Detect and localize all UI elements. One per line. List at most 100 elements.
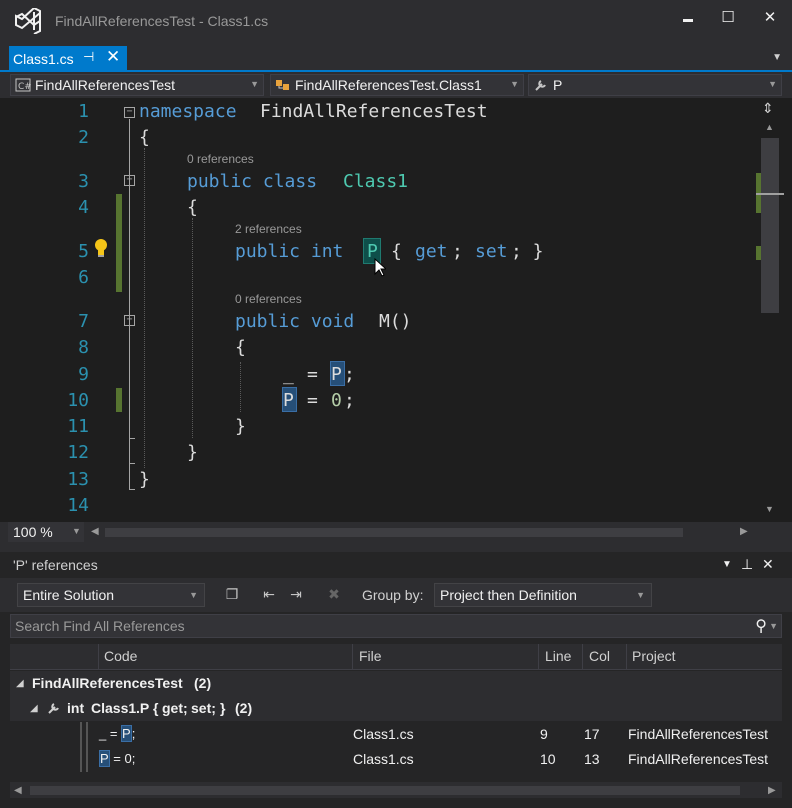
type-dropdown-label: FindAllReferencesTest.Class1: [295, 77, 482, 93]
reference-highlight: P: [99, 750, 110, 767]
column-header-file[interactable]: File: [359, 648, 382, 664]
table-row[interactable]: P = 0; Class1.cs 10 13 FindAllReferences…: [10, 747, 782, 772]
member-dropdown[interactable]: P ▼: [528, 74, 782, 96]
zoom-dropdown[interactable]: 100 % ▼: [8, 522, 84, 542]
chevron-down-icon[interactable]: ▼: [769, 621, 778, 631]
expand-toggle-icon[interactable]: ◢: [16, 678, 24, 689]
minimize-button[interactable]: ▬: [678, 8, 698, 28]
window-title: FindAllReferencesTest - Class1.cs: [55, 13, 269, 29]
search-icon[interactable]: ⚲: [755, 616, 767, 636]
expand-toggle-icon[interactable]: ◢: [30, 703, 38, 714]
group-by-value: Project then Definition: [440, 587, 577, 603]
group-row-definition[interactable]: ◢ int Class1 .P { get; set; } (2): [10, 696, 782, 721]
maximize-button[interactable]: ☐: [718, 8, 738, 28]
code-text: _ =: [99, 726, 122, 741]
indent-guide: [240, 362, 241, 412]
tab-class1-cs[interactable]: Class1.cs ⊣ ✕: [9, 46, 127, 72]
line-number: 13: [67, 469, 89, 490]
split-icon[interactable]: ⇕: [762, 100, 774, 117]
definition-token: set;: [191, 700, 216, 716]
collapse-icon[interactable]: −: [124, 315, 135, 326]
row-accent: [86, 722, 88, 747]
search-input[interactable]: Search Find All References ⚲ ▼: [10, 614, 782, 638]
line-number: 7: [78, 311, 89, 332]
type-dropdown[interactable]: FindAllReferencesTest.Class1 ▼: [270, 74, 524, 96]
pin-icon[interactable]: ⊣: [83, 49, 94, 65]
column-separator[interactable]: [626, 644, 627, 670]
chevron-down-icon: ▼: [189, 590, 198, 600]
indent-guide: [144, 148, 145, 468]
code-token: Class1: [343, 171, 409, 192]
column-separator[interactable]: [582, 644, 583, 670]
minimize-icon: ▬: [683, 14, 693, 25]
table-row[interactable]: _ = P; Class1.cs 9 17 FindAllReferencesT…: [10, 722, 782, 747]
reference-project: FindAllReferencesTest: [628, 726, 769, 742]
code-token: public int: [235, 241, 344, 262]
visual-studio-logo-icon: [15, 8, 41, 34]
column-header-project[interactable]: Project: [632, 648, 676, 664]
results-horizontal-scrollbar[interactable]: ◀ ▶: [10, 782, 782, 798]
member-dropdown-label: P: [553, 77, 563, 93]
close-window-button[interactable]: ✕: [760, 8, 780, 28]
maximize-icon: ☐: [721, 9, 735, 26]
code-token: _: [283, 364, 294, 385]
code-token: P: [283, 390, 294, 411]
line-number: 8: [78, 337, 89, 358]
project-dropdown[interactable]: C# FindAllReferencesTest ▼: [10, 74, 264, 96]
collapse-icon[interactable]: −: [124, 107, 135, 118]
column-header-line[interactable]: Line: [545, 648, 571, 664]
close-icon: ✕: [763, 9, 777, 26]
code-token: public void: [235, 311, 355, 332]
group-by-dropdown[interactable]: Project then Definition ▼: [434, 583, 652, 607]
lightbulb-icon[interactable]: [93, 238, 109, 258]
column-header-col[interactable]: Col: [589, 648, 610, 664]
scroll-right-icon[interactable]: ▶: [768, 785, 776, 796]
column-header-code[interactable]: Code: [104, 648, 137, 664]
csharp-project-icon: C#: [15, 78, 31, 92]
definition-token: }: [220, 700, 226, 716]
code-editor[interactable]: 1 2 3 4 5 6 7 8 9 10 11 12 13 14 − − − n: [0, 98, 792, 522]
codelens-references[interactable]: 0 references: [187, 152, 254, 166]
horizontal-scroll-thumb[interactable]: [105, 528, 683, 537]
navigation-bar: C# FindAllReferencesTest ▼ FindAllRefere…: [0, 72, 792, 98]
scroll-thumb[interactable]: [761, 138, 779, 313]
svg-text:C#: C#: [18, 82, 31, 92]
scope-value: Entire Solution: [23, 587, 115, 603]
tab-close-icon[interactable]: ✕: [106, 47, 120, 67]
change-marker: [756, 246, 761, 260]
panel-menu-icon[interactable]: ▼: [722, 559, 732, 570]
close-icon[interactable]: ✕: [762, 556, 774, 573]
codelens-references[interactable]: 2 references: [235, 222, 302, 236]
line-number: 3: [78, 171, 89, 192]
editor-vertical-scrollbar[interactable]: ⇕ ▲ ▼: [756, 98, 784, 522]
column-separator[interactable]: [538, 644, 539, 670]
scroll-left-icon[interactable]: ◀: [14, 785, 22, 796]
next-location-icon[interactable]: ⇥: [286, 586, 306, 604]
scroll-left-icon[interactable]: ◀: [91, 526, 99, 537]
group-row-project[interactable]: ◢ FindAllReferencesTest (2): [10, 671, 782, 696]
scroll-right-icon[interactable]: ▶: [740, 526, 748, 537]
code-surface[interactable]: 1 2 3 4 5 6 7 8 9 10 11 12 13 14 − − − n: [0, 98, 756, 522]
code-text: = 0;: [109, 751, 136, 766]
tab-label: Class1.cs: [13, 51, 74, 67]
scroll-down-icon[interactable]: ▼: [765, 504, 774, 514]
row-accent: [86, 747, 88, 772]
line-number: 6: [78, 267, 89, 288]
scroll-thumb[interactable]: [30, 786, 740, 795]
collapse-icon[interactable]: −: [124, 175, 135, 186]
clear-filter-icon[interactable]: ✖: [324, 586, 344, 604]
scroll-up-icon[interactable]: ▲: [765, 122, 774, 132]
pin-icon[interactable]: ⊥: [741, 556, 753, 573]
previous-location-icon[interactable]: ⇤: [259, 586, 279, 604]
codelens-references[interactable]: 0 references: [235, 292, 302, 306]
chevron-down-icon[interactable]: ▼: [772, 52, 782, 63]
definition-token: .P: [136, 700, 150, 716]
wrench-icon: [535, 80, 546, 91]
copy-icon[interactable]: ❐: [222, 586, 242, 604]
column-separator[interactable]: [98, 644, 99, 670]
code-token: namespace: [139, 101, 237, 122]
references-toolbar: Entire Solution ▼ ❐ ⇤ ⇥ ✖ Group by: Proj…: [0, 578, 792, 612]
scope-dropdown[interactable]: Entire Solution ▼: [17, 583, 205, 607]
column-separator[interactable]: [352, 644, 353, 670]
reference-code: _ = P;: [99, 725, 135, 742]
